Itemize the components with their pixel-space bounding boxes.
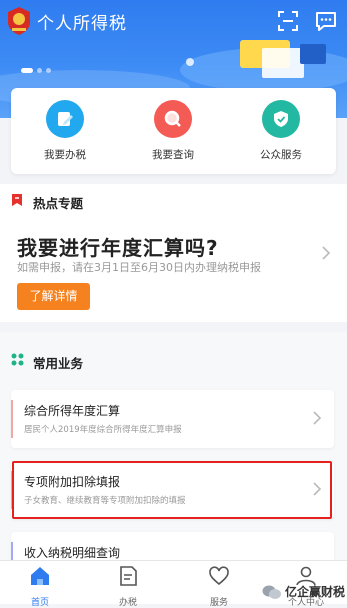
business-item-title: 综合所得年度汇算 — [24, 404, 121, 418]
quick-action-public-service[interactable]: 公众服务 — [241, 100, 321, 162]
tab-label: 首页 — [30, 598, 49, 608]
search-icon — [154, 100, 192, 138]
quick-action-label: 我要查询 — [152, 149, 194, 161]
carousel-indicator[interactable] — [21, 68, 51, 73]
tab-service[interactable]: 服务 — [189, 564, 249, 608]
hot-topic-headline[interactable]: 我要进行年度汇算吗? — [17, 232, 219, 261]
business-item-subtitle: 居民个人2019年度综合所得年度汇算申报 — [24, 425, 182, 435]
watermark: 亿企赢财税 — [262, 583, 345, 600]
app-header: 个人所得税 — [0, 0, 347, 42]
grid-icon — [11, 353, 24, 366]
heart-hand-icon — [209, 566, 229, 586]
hot-topic-subtitle: 如需申报，请在3月1日至6月30日内办理纳税申报 — [17, 261, 261, 274]
carousel-dot[interactable] — [37, 68, 42, 73]
message-icon[interactable] — [314, 9, 338, 33]
scan-icon[interactable] — [276, 9, 300, 33]
quick-action-label: 公众服务 — [260, 149, 302, 161]
selection-highlight — [12, 461, 332, 519]
tab-label: 服务 — [209, 598, 228, 608]
shield-icon — [262, 100, 300, 138]
quick-actions-card: 我要办税 我要查询 公众服务 — [11, 88, 336, 174]
wechat-icon — [262, 585, 281, 599]
tax-emblem-icon — [8, 7, 30, 35]
carousel-dot[interactable] — [21, 68, 33, 73]
tab-home[interactable]: 首页 — [10, 564, 70, 608]
home-icon — [31, 567, 49, 585]
business-item-title: 收入纳税明细查询 — [24, 546, 121, 560]
pencil-icon — [46, 100, 84, 138]
tab-label: 办税 — [118, 598, 137, 608]
hot-topic-title: 热点专题 — [33, 196, 84, 211]
accent-bar — [11, 400, 13, 438]
bookmark-icon — [12, 194, 22, 206]
quick-action-label: 我要办税 — [44, 149, 86, 161]
tab-tax[interactable]: 办税 — [98, 564, 158, 608]
document-icon — [120, 566, 137, 586]
watermark-text: 亿企赢财税 — [285, 585, 346, 599]
app-title: 个人所得税 — [37, 14, 127, 34]
chevron-right-icon[interactable] — [321, 246, 331, 260]
learn-more-button[interactable]: 了解详情 — [17, 283, 90, 310]
carousel-dot[interactable] — [46, 68, 51, 73]
chevron-right-icon — [313, 411, 322, 425]
quick-action-tax[interactable]: 我要办税 — [25, 100, 105, 162]
quick-action-query[interactable]: 我要查询 — [133, 100, 213, 162]
accent-bar — [11, 542, 13, 562]
business-title: 常用业务 — [33, 356, 84, 371]
business-item[interactable]: 综合所得年度汇算 居民个人2019年度综合所得年度汇算申报 — [11, 390, 334, 448]
